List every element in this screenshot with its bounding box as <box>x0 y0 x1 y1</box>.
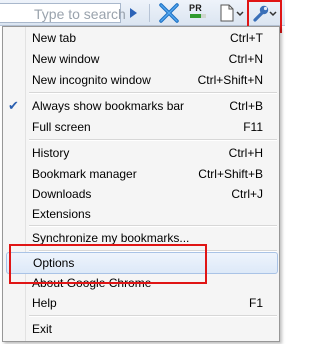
search-input[interactable]: Type to search <box>0 3 126 23</box>
menu-item-label: Exit <box>32 322 53 336</box>
menu-separator <box>29 92 277 94</box>
search-placeholder: Type to search <box>34 6 126 22</box>
menu-separator <box>29 315 277 317</box>
pagerank-icon <box>190 14 206 18</box>
page-icon <box>220 4 244 22</box>
menu-item-shortcut: Ctrl+J <box>231 187 263 201</box>
menu-item-label: Full screen <box>32 120 91 134</box>
menu-item-label: New incognito window <box>32 73 151 87</box>
pagerank-label: PR <box>189 3 202 13</box>
menu-item-label: Downloads <box>32 187 92 201</box>
options-highlight-box <box>9 244 207 284</box>
menu-item-shortcut: Ctrl+N <box>228 52 263 66</box>
bookmark-x-button[interactable] <box>158 3 180 23</box>
bookmark-x-icon <box>159 3 179 23</box>
menu-item-shortcut: Ctrl+Shift+B <box>198 167 263 181</box>
menu-item-extensions[interactable]: Extensions <box>3 203 279 225</box>
menu-item-shortcut: F1 <box>248 296 263 310</box>
browser-toolbar: Type to search PR <box>0 0 285 26</box>
menu-separator <box>29 225 277 227</box>
menu-item-shortcut: F11 <box>243 120 263 134</box>
search-go-button[interactable] <box>124 3 142 23</box>
menu-item-label: Bookmark manager <box>32 167 137 181</box>
checkmark-icon: ✔ <box>8 98 19 113</box>
menu-item-new-tab[interactable]: New tab Ctrl+T <box>3 27 279 49</box>
menu-item-always-show-bookmarks-bar[interactable]: ✔ Always show bookmarks bar Ctrl+B <box>3 95 279 117</box>
page-menu-button[interactable] <box>218 3 246 23</box>
menu-item-label: Help <box>32 296 57 310</box>
menu-item-downloads[interactable]: Downloads Ctrl+J <box>3 183 279 205</box>
menu-item-label: Synchronize my bookmarks... <box>32 231 190 245</box>
chrome-wrench-menu: New tab Ctrl+T New window Ctrl+N New inc… <box>2 26 280 342</box>
menu-item-full-screen[interactable]: Full screen F11 <box>3 116 279 138</box>
pagerank-button[interactable]: PR <box>187 3 209 23</box>
menu-item-label: Always show bookmarks bar <box>32 99 185 113</box>
menu-item-label: History <box>32 146 70 160</box>
menu-item-shortcut: Ctrl+T <box>230 31 263 45</box>
menu-item-shortcut: Ctrl+H <box>228 146 263 160</box>
menu-item-exit[interactable]: Exit <box>3 318 279 340</box>
go-arrow-icon <box>130 8 137 18</box>
menu-item-new-window[interactable]: New window Ctrl+N <box>3 48 279 70</box>
menu-item-label: Extensions <box>32 207 91 221</box>
menu-item-shortcut: Ctrl+Shift+N <box>197 73 263 87</box>
menu-separator <box>29 139 277 141</box>
toolbar-divider <box>149 4 150 22</box>
menu-item-new-incognito-window[interactable]: New incognito window Ctrl+Shift+N <box>3 69 279 91</box>
menu-item-label: New window <box>32 52 100 66</box>
menu-item-help[interactable]: Help F1 <box>3 292 279 314</box>
menu-item-label: New tab <box>32 31 77 45</box>
menu-item-history[interactable]: History Ctrl+H <box>3 142 279 164</box>
menu-item-shortcut: Ctrl+B <box>229 99 263 113</box>
menu-item-bookmark-manager[interactable]: Bookmark manager Ctrl+Shift+B <box>3 163 279 185</box>
